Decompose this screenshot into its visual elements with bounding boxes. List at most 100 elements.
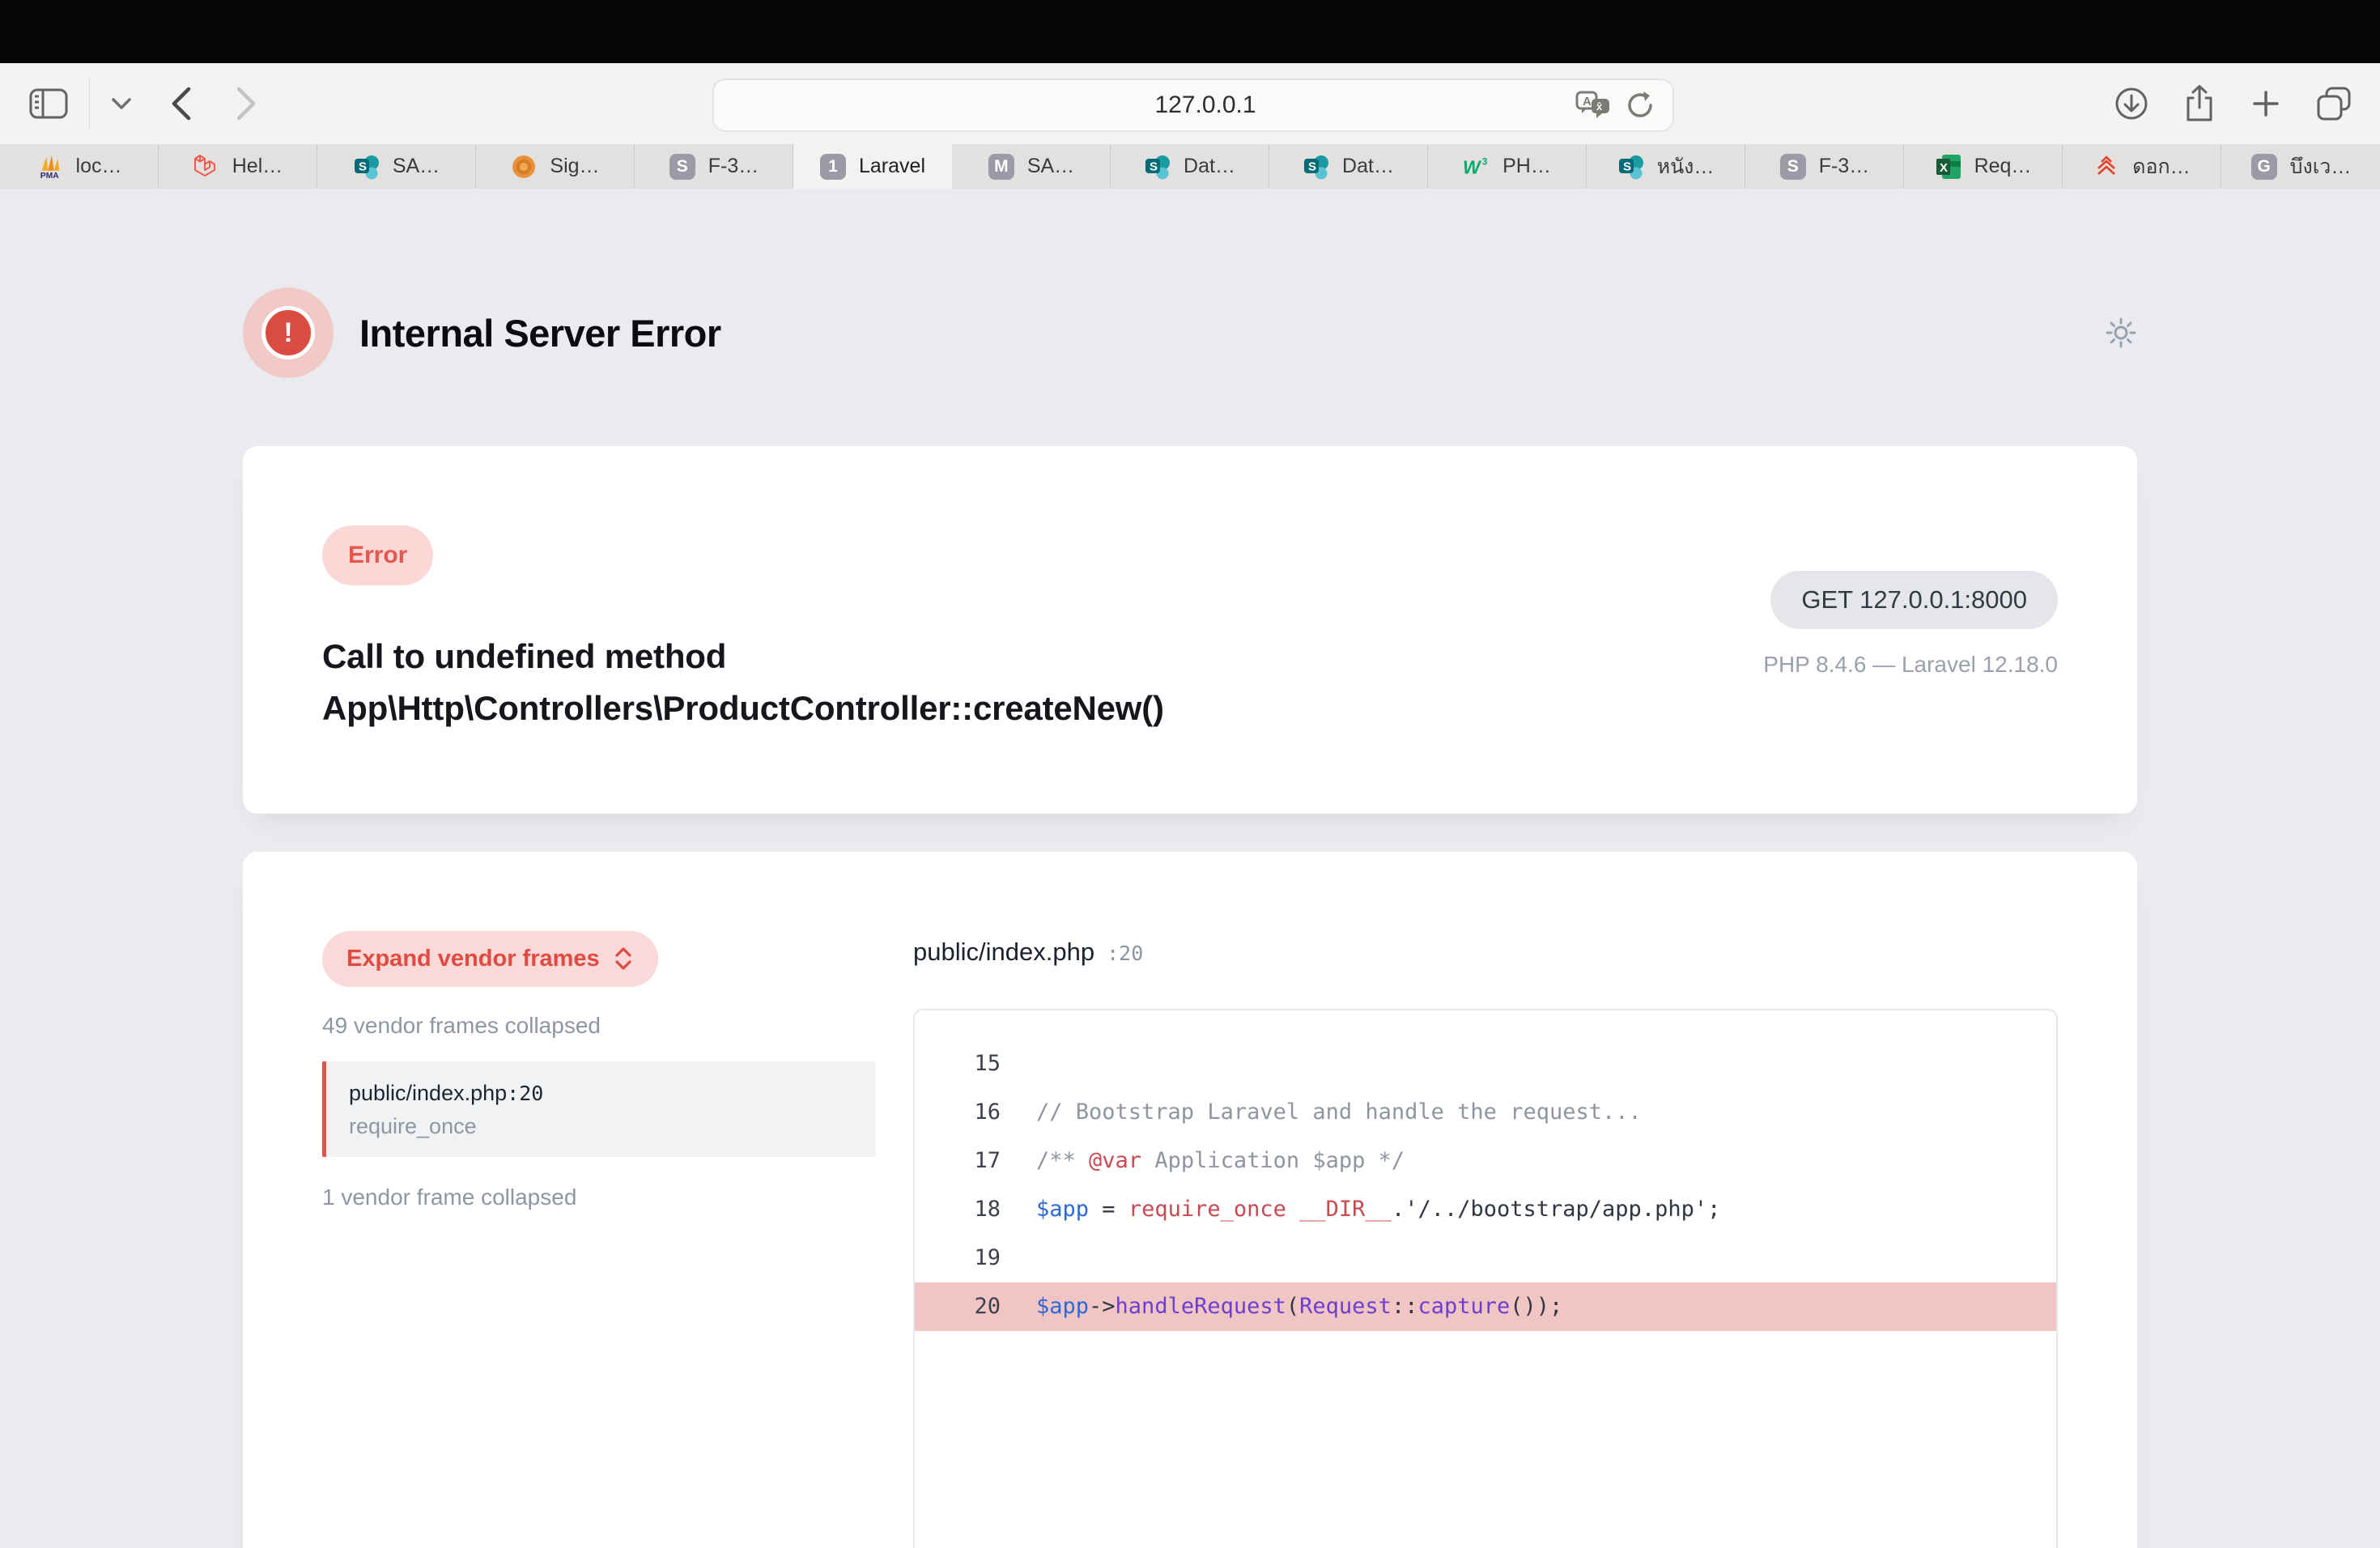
new-tab-button[interactable] xyxy=(2250,88,2281,119)
line-number: 17 xyxy=(915,1148,1036,1173)
downloads-button[interactable] xyxy=(2114,87,2148,121)
snippet-header: public/index.php :20 xyxy=(913,938,2058,967)
svg-text:x̂: x̂ xyxy=(1596,100,1603,113)
tab-label: ดอก… xyxy=(2132,151,2190,183)
letter-m-icon: M xyxy=(988,153,1015,181)
code-snippet-panel: 15 16// Bootstrap Laravel and handle the … xyxy=(913,1009,2058,1548)
tab-label: Laravel xyxy=(859,155,925,178)
sidebar-toggle-button[interactable] xyxy=(29,88,68,119)
tab-label: loc… xyxy=(76,155,122,178)
error-summary-left: Error Call to undefined method App\Http\… xyxy=(322,525,1164,734)
tab-label: PH… xyxy=(1502,155,1551,178)
tab-label: F-3… xyxy=(708,155,759,178)
line-number: 16 xyxy=(915,1099,1036,1125)
snippet-file: public/index.php xyxy=(913,938,1094,966)
tab-label: Hel… xyxy=(232,155,283,178)
expand-vendor-frames-button[interactable]: Expand vendor frames xyxy=(322,931,658,987)
browser-window: 127.0.0.1 A x̂ xyxy=(0,0,2380,1548)
svg-text:S: S xyxy=(1308,159,1316,173)
excel-icon: X xyxy=(1935,153,1962,181)
laravel-icon xyxy=(193,153,220,181)
code-snippet-column: public/index.php :20 15 16// Bootstrap La… xyxy=(913,931,2058,1548)
svg-text:X: X xyxy=(1940,161,1948,175)
line-number: 18 xyxy=(915,1197,1036,1222)
phpmyadmin-icon: PMA xyxy=(36,153,64,181)
browser-tab[interactable]: XReq… xyxy=(1904,144,2063,189)
toolbar-right-group xyxy=(2114,63,2352,144)
toolbar-separator xyxy=(89,78,90,130)
request-badge: GET 127.0.0.1:8000 xyxy=(1770,571,2058,629)
error-message: Call to undefined method App\Http\Contro… xyxy=(322,631,1164,734)
reload-icon[interactable] xyxy=(1626,90,1655,121)
toolbar-left-group xyxy=(29,63,257,144)
letter-1-icon: 1 xyxy=(819,153,847,181)
stack-trace-card: Expand vendor frames 49 vendor frames co… xyxy=(243,852,2137,1548)
svg-text:S: S xyxy=(1150,159,1158,173)
svg-text:A: A xyxy=(1583,95,1592,108)
page-title: Internal Server Error xyxy=(359,311,721,355)
code-text: // Bootstrap Laravel and handle the requ… xyxy=(1036,1099,1642,1125)
tab-label: SA… xyxy=(1027,155,1074,178)
back-button[interactable] xyxy=(171,87,192,121)
browser-toolbar: 127.0.0.1 A x̂ xyxy=(0,63,2380,144)
code-line-highlighted: 20$app->handleRequest(Request::capture()… xyxy=(915,1282,2056,1331)
letter-g-icon: G xyxy=(2250,153,2278,181)
w3schools-icon: W3 xyxy=(1463,153,1490,181)
letter-s-icon: S xyxy=(1779,153,1807,181)
sharepoint-icon: S xyxy=(1303,153,1330,181)
collapsed-frames-before: 49 vendor frames collapsed xyxy=(322,1013,876,1039)
code-line: 18$app = require_once __DIR__.'/../boots… xyxy=(915,1185,2056,1234)
error-message-line-1: Call to undefined method xyxy=(322,631,1164,683)
tab-group-chevron-button[interactable] xyxy=(111,97,132,110)
tab-overview-button[interactable] xyxy=(2317,87,2352,121)
code-line: 19 xyxy=(915,1234,2056,1282)
browser-tab-active[interactable]: 1 Laravel xyxy=(793,144,952,189)
svg-text:S: S xyxy=(359,159,367,173)
address-bar[interactable]: 127.0.0.1 A x̂ xyxy=(712,79,1674,132)
svg-text:W: W xyxy=(1463,156,1482,177)
browser-tab[interactable]: Sหนัง… xyxy=(1587,144,1745,189)
browser-tab[interactable]: S Dat… xyxy=(1111,144,1269,189)
version-info: PHP 8.4.6 — Laravel 12.18.0 xyxy=(1763,652,2058,678)
browser-tab[interactable]: Gบึงเว… xyxy=(2221,144,2380,189)
address-bar-icons: A x̂ xyxy=(1575,90,1672,121)
error-summary-card: Error Call to undefined method App\Http\… xyxy=(243,446,2137,814)
theme-toggle-button[interactable] xyxy=(2105,317,2137,349)
svg-text:PMA: PMA xyxy=(40,172,59,180)
orange-site-icon xyxy=(510,153,538,181)
translate-icon[interactable]: A x̂ xyxy=(1575,91,1611,120)
sharepoint-icon: S xyxy=(1144,153,1171,181)
request-meta: GET 127.0.0.1:8000 PHP 8.4.6 — Laravel 1… xyxy=(1763,571,2058,734)
letter-s-icon: S xyxy=(669,153,696,181)
chevron-expand-icon xyxy=(613,946,634,971)
error-type-badge: Error xyxy=(322,525,433,585)
browser-tab[interactable]: M SA… xyxy=(952,144,1111,189)
frame-file: public/index.php:20 xyxy=(349,1079,853,1108)
browser-tab[interactable]: W3 PH… xyxy=(1428,144,1587,189)
tab-label: Dat… xyxy=(1184,155,1235,178)
share-button[interactable] xyxy=(2184,85,2215,122)
tab-label: SA… xyxy=(393,155,440,178)
tab-strip: PMAloc…Hel…SSA…Sig…SF-3…1LaravelMSA…SDat… xyxy=(0,144,2380,189)
tab-label: Dat… xyxy=(1342,155,1394,178)
browser-tab[interactable]: PMA loc… xyxy=(0,144,159,189)
forward-button[interactable] xyxy=(236,87,257,121)
url-text[interactable]: 127.0.0.1 xyxy=(714,91,1575,119)
browser-tab[interactable]: S SA… xyxy=(317,144,476,189)
sharepoint-icon: S xyxy=(353,153,380,181)
stack-frame-item[interactable]: public/index.php:20 require_once xyxy=(322,1061,876,1157)
browser-tab[interactable]: S Dat… xyxy=(1269,144,1428,189)
menu-bar-strip xyxy=(0,0,2380,63)
browser-tab[interactable]: SF-3… xyxy=(1745,144,1904,189)
tab-label: หนัง… xyxy=(1657,151,1715,183)
error-page: ! Internal Server Error Error Call to un… xyxy=(0,189,2380,1548)
browser-tab[interactable]: Hel… xyxy=(159,144,317,189)
error-message-line-2: App\Http\Controllers\ProductController::… xyxy=(322,683,1164,734)
browser-tab[interactable]: Sig… xyxy=(476,144,635,189)
browser-tab[interactable]: S F-3… xyxy=(635,144,793,189)
code-text: $app = require_once __DIR__.'/../bootstr… xyxy=(1036,1197,1720,1222)
red-mark-icon xyxy=(2093,153,2120,181)
line-number: 15 xyxy=(915,1051,1036,1076)
browser-tab[interactable]: ดอก… xyxy=(2063,144,2221,189)
snippet-line-number: :20 xyxy=(1094,942,1143,965)
